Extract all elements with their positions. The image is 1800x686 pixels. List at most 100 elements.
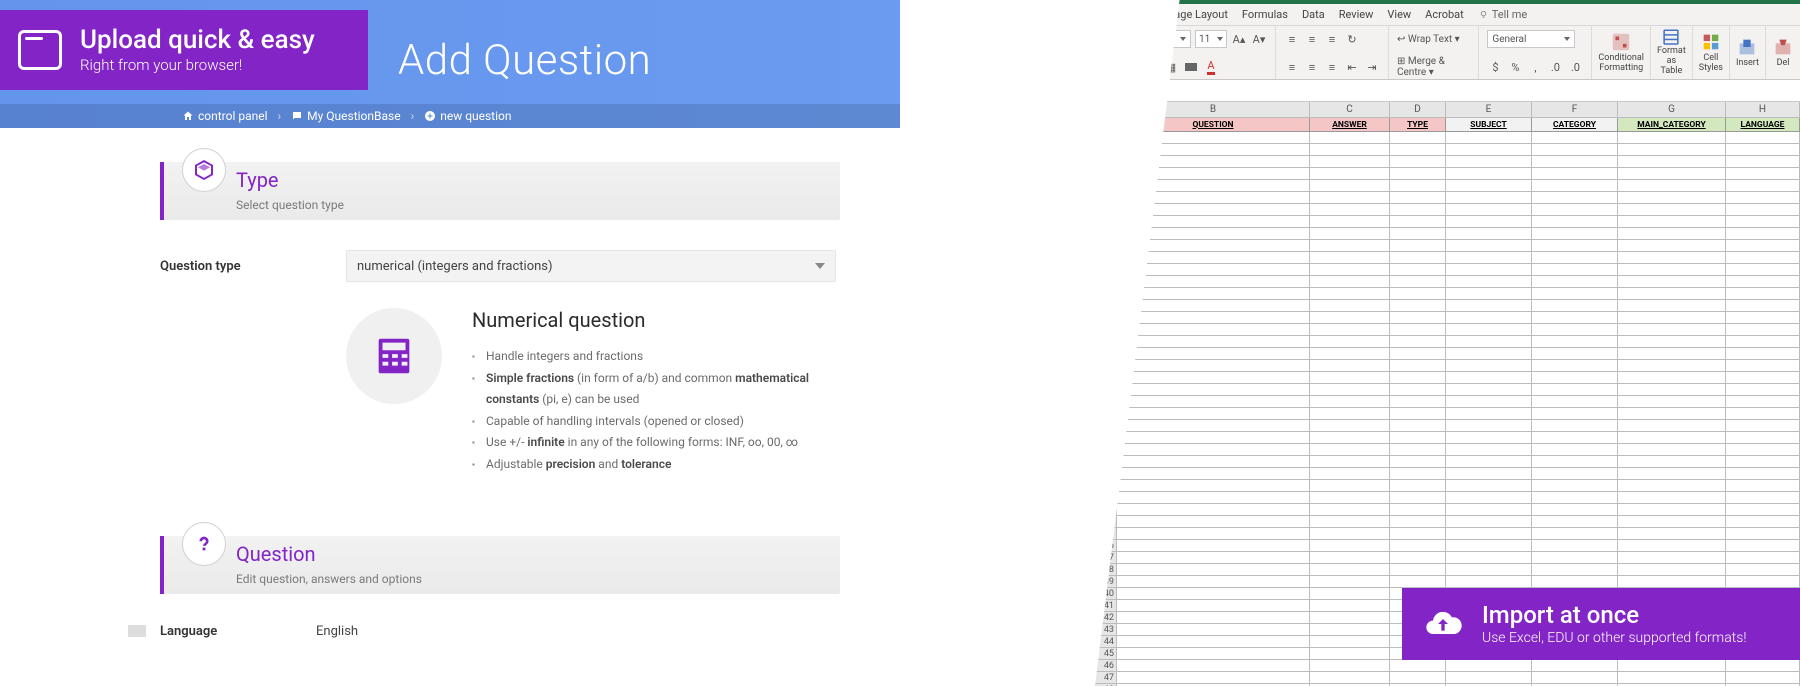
cell[interactable] (1532, 216, 1618, 228)
cell[interactable] (1310, 336, 1390, 348)
cell[interactable] (1117, 168, 1310, 180)
cell[interactable] (1532, 504, 1618, 516)
cell[interactable] (1618, 360, 1726, 372)
cell[interactable] (1390, 480, 1446, 492)
row-header[interactable]: 40 (1095, 588, 1117, 600)
cell[interactable] (1390, 240, 1446, 252)
cell[interactable] (1310, 300, 1390, 312)
increase-decimal-icon[interactable]: .0 (1547, 59, 1563, 75)
cell[interactable] (1726, 336, 1800, 348)
ribbon-tab[interactable]: Page Layout (1167, 8, 1228, 21)
cell[interactable] (1532, 456, 1618, 468)
cell[interactable] (1117, 276, 1310, 288)
cell[interactable] (1390, 324, 1446, 336)
cell[interactable] (1726, 324, 1800, 336)
row-header[interactable]: 39 (1095, 576, 1117, 588)
cell[interactable] (1726, 192, 1800, 204)
col-header[interactable]: D (1390, 102, 1446, 117)
cell[interactable] (1726, 396, 1800, 408)
row-header[interactable]: 4 (1095, 156, 1117, 168)
cell[interactable] (1532, 468, 1618, 480)
cell[interactable] (1117, 516, 1310, 528)
fill-color-button[interactable] (1183, 59, 1199, 75)
cell[interactable] (1310, 600, 1390, 612)
cell[interactable] (1446, 444, 1532, 456)
cell[interactable] (1390, 564, 1446, 576)
cell[interactable] (1117, 588, 1310, 600)
col-header[interactable]: C (1310, 102, 1390, 117)
cell[interactable] (1446, 288, 1532, 300)
cell[interactable] (1446, 192, 1532, 204)
cell[interactable] (1446, 660, 1532, 672)
cell[interactable] (1618, 240, 1726, 252)
cell[interactable] (1390, 396, 1446, 408)
cell[interactable] (1532, 204, 1618, 216)
cell[interactable] (1310, 408, 1390, 420)
row-header[interactable]: 18 (1095, 324, 1117, 336)
cell[interactable] (1532, 372, 1618, 384)
cell[interactable] (1446, 360, 1532, 372)
cell[interactable] (1726, 384, 1800, 396)
cell[interactable] (1446, 336, 1532, 348)
row-header[interactable]: 8 (1095, 204, 1117, 216)
row-header[interactable]: 26 (1095, 420, 1117, 432)
cell[interactable] (1310, 168, 1390, 180)
cell[interactable] (1310, 576, 1390, 588)
cell[interactable] (1532, 432, 1618, 444)
cell[interactable] (1310, 192, 1390, 204)
row-header[interactable]: 5 (1095, 168, 1117, 180)
ribbon-tab[interactable]: Acrobat (1425, 8, 1464, 21)
cell[interactable] (1532, 552, 1618, 564)
row-header[interactable]: 47 (1095, 672, 1117, 684)
cell[interactable] (1117, 504, 1310, 516)
cell[interactable] (1117, 192, 1310, 204)
cell[interactable] (1390, 504, 1446, 516)
cell[interactable] (1446, 516, 1532, 528)
cell[interactable] (1117, 372, 1310, 384)
cell[interactable] (1618, 144, 1726, 156)
cell[interactable] (1532, 276, 1618, 288)
cell[interactable] (1726, 144, 1800, 156)
row-header[interactable]: 13 (1095, 264, 1117, 276)
cell[interactable] (1726, 516, 1800, 528)
cell[interactable] (1117, 636, 1310, 648)
cell[interactable] (1310, 132, 1390, 144)
row-header[interactable]: 22 (1095, 372, 1117, 384)
row-header[interactable] (1095, 118, 1117, 132)
cell[interactable] (1618, 264, 1726, 276)
cell[interactable] (1618, 468, 1726, 480)
cell[interactable] (1532, 528, 1618, 540)
orientation-icon[interactable]: ↻ (1344, 31, 1360, 47)
cell[interactable] (1310, 588, 1390, 600)
cell[interactable] (1390, 408, 1446, 420)
cell[interactable] (1390, 420, 1446, 432)
cell[interactable] (1726, 288, 1800, 300)
cell[interactable] (1390, 180, 1446, 192)
cell[interactable] (1390, 360, 1446, 372)
table-header-cell[interactable]: ANSWER (1310, 118, 1390, 132)
underline-button[interactable]: U (1143, 59, 1159, 75)
row-header[interactable]: 19 (1095, 336, 1117, 348)
cell[interactable] (1618, 324, 1726, 336)
cell[interactable] (1726, 480, 1800, 492)
cell[interactable] (1446, 348, 1532, 360)
cell[interactable] (1446, 552, 1532, 564)
crumb-current[interactable]: new question (424, 109, 511, 123)
cell[interactable] (1390, 444, 1446, 456)
col-header[interactable]: B (1117, 102, 1310, 117)
align-center-icon[interactable]: ≡ (1304, 59, 1320, 75)
cell[interactable] (1532, 360, 1618, 372)
col-header[interactable]: H (1726, 102, 1800, 117)
name-box[interactable] (1095, 80, 1143, 101)
cell[interactable] (1446, 576, 1532, 588)
increase-font-icon[interactable]: A▴ (1231, 31, 1247, 47)
cell[interactable] (1310, 156, 1390, 168)
cell[interactable] (1310, 636, 1390, 648)
cell[interactable] (1726, 360, 1800, 372)
cell[interactable] (1726, 240, 1800, 252)
cell[interactable] (1532, 336, 1618, 348)
crumb-base[interactable]: My QuestionBase (291, 109, 400, 123)
cell[interactable] (1726, 372, 1800, 384)
cell[interactable] (1726, 420, 1800, 432)
cell[interactable] (1618, 576, 1726, 588)
